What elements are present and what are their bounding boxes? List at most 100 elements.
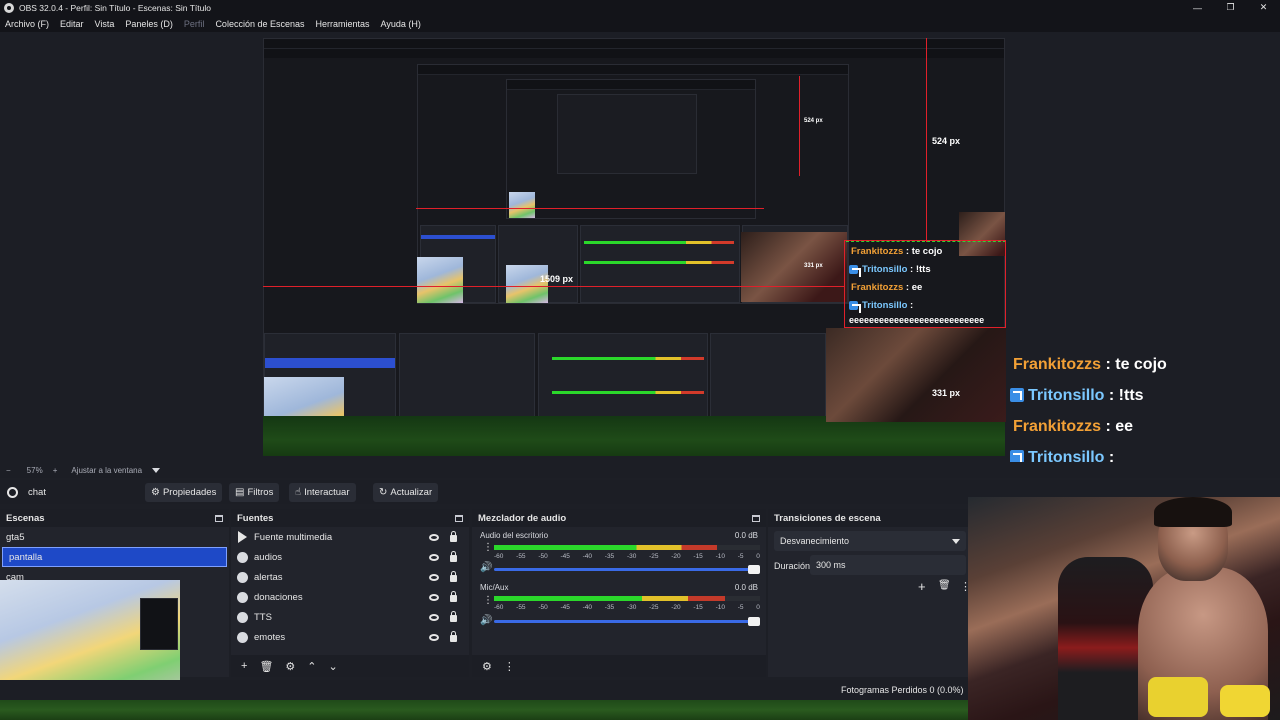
tick: -5 [737, 553, 744, 560]
undock-icon[interactable] [455, 514, 463, 522]
trash-icon[interactable]: 🗑 [938, 580, 951, 591]
transitions-dock: Transiciones de escena Desvanecimiento D… [768, 509, 971, 677]
lock-icon[interactable] [450, 611, 457, 622]
eye-icon[interactable] [429, 633, 439, 641]
menu-archivo[interactable]: Archivo (F) [2, 19, 52, 29]
nested-panel-mixer [538, 333, 708, 417]
refresh-button[interactable]: ↻ Actualizar [373, 483, 439, 502]
nested-title-bar-3 [507, 80, 755, 90]
trash-icon[interactable]: 🗑 [259, 660, 273, 673]
gear-icon[interactable]: ⚙ [482, 660, 492, 673]
nested-game-thumb-2 [506, 265, 548, 303]
menu-vista[interactable]: Vista [92, 19, 118, 29]
speaker-icon[interactable]: 🔊 [480, 562, 492, 573]
tick: 0 [756, 604, 760, 611]
volume-slider[interactable] [494, 617, 760, 626]
zoom-minus[interactable]: − [6, 466, 11, 475]
gear-icon: ⚙ [151, 487, 160, 498]
minimize-button[interactable]: — [1181, 0, 1214, 15]
tick: -60 [494, 604, 504, 611]
scene-item-gta5[interactable]: gta5 [0, 527, 229, 547]
zoom-percent[interactable]: 57% [27, 466, 43, 475]
guide-horizontal-nested [416, 208, 764, 209]
chevron-down-icon[interactable] [152, 467, 161, 473]
lock-icon[interactable] [450, 551, 457, 562]
source-item-donaciones[interactable]: donaciones [231, 587, 469, 607]
transition-select[interactable]: Desvanecimiento [774, 531, 966, 551]
menu-herramientas[interactable]: Herramientas [313, 19, 373, 29]
browser-source-icon [237, 551, 248, 563]
source-label: audios [254, 551, 282, 563]
move-up-icon[interactable]: ⌃ [307, 660, 316, 673]
add-transition-icon[interactable]: + [918, 579, 926, 594]
scene-label: gta5 [6, 531, 25, 543]
nested-panel-transitions [710, 333, 826, 417]
audio-mixer-dock: Mezclador de audio Audio del escritorio … [472, 509, 766, 677]
nested-meter-2b [584, 261, 734, 264]
canvas-chat-line-3: Frankitozzs : ee [851, 282, 922, 293]
undock-icon[interactable] [752, 514, 760, 522]
lock-icon[interactable] [450, 631, 457, 642]
slider-knob[interactable] [748, 565, 760, 574]
tick: -55 [516, 604, 526, 611]
nested-selection [265, 358, 395, 368]
nested-game-thumb-3 [509, 192, 535, 218]
channel-menu-icon[interactable]: ⋮ [483, 595, 493, 606]
move-down-icon[interactable]: ⌄ [329, 660, 338, 673]
menu-ayuda[interactable]: Ayuda (H) [378, 19, 424, 29]
nested-panel-sources [399, 333, 535, 417]
measure-label-right: 331 px [932, 388, 961, 398]
eye-icon[interactable] [429, 533, 439, 541]
more-options-icon[interactable]: ⋮ [504, 660, 515, 673]
add-source-icon[interactable]: + [241, 660, 247, 672]
eye-icon[interactable] [429, 553, 439, 561]
undock-icon[interactable] [215, 514, 223, 522]
menu-editar[interactable]: Editar [57, 19, 87, 29]
overlay-chat-msg: : te cojo [1101, 356, 1167, 373]
nested-meter-2a [584, 241, 734, 244]
lock-icon[interactable] [450, 531, 457, 542]
gear-icon[interactable]: ⚙ [285, 660, 295, 673]
nested-game-thumb-b [417, 257, 463, 303]
speaker-icon[interactable]: 🔊 [480, 615, 492, 626]
tick: -60 [494, 553, 504, 560]
properties-label: Propiedades [162, 487, 217, 498]
source-item-emotes[interactable]: emotes [231, 627, 469, 647]
nested-meter-a [552, 357, 704, 360]
meter-fill [494, 596, 726, 601]
tick: -30 [626, 604, 637, 611]
eye-icon[interactable] [429, 593, 439, 601]
tick: -5 [737, 604, 744, 611]
title-bar: OBS 32.0.4 - Perfil: Sin Título - Escena… [0, 0, 1280, 15]
tick: -25 [649, 604, 659, 611]
interact-button[interactable]: ☝ Interactuar [289, 483, 356, 502]
scene-item-pantalla[interactable]: pantalla [2, 547, 227, 567]
source-item-media[interactable]: Fuente multimedia [231, 527, 469, 547]
source-item-tts[interactable]: TTS [231, 607, 469, 627]
lock-icon[interactable] [450, 571, 457, 582]
eye-icon[interactable] [429, 613, 439, 621]
maximize-button[interactable]: ❐ [1214, 0, 1247, 15]
close-button[interactable]: ✕ [1247, 0, 1280, 15]
source-item-audios[interactable]: audios [231, 547, 469, 567]
eye-icon[interactable] [429, 573, 439, 581]
dropped-frames: Fotogramas Perdidos 0 (0.0%) [841, 685, 964, 695]
properties-button[interactable]: ⚙ Propiedades [145, 483, 223, 502]
menu-perfil[interactable]: Perfil [181, 19, 208, 29]
canvas-chat-user: Tritonsillo [862, 264, 908, 275]
source-item-alertas[interactable]: alertas [231, 567, 469, 587]
zoom-fit-label[interactable]: Ajustar a la ventana [71, 466, 142, 475]
lock-icon[interactable] [450, 591, 457, 602]
guide-vertical-nested [799, 76, 800, 176]
duration-input[interactable]: 300 ms [810, 555, 966, 575]
filters-label: Filtros [247, 487, 274, 498]
sources-dock-title: Fuentes [231, 509, 469, 527]
menu-coleccion-escenas[interactable]: Colección de Escenas [212, 19, 307, 29]
filters-button[interactable]: ▤ Filtros [229, 483, 280, 502]
zoom-plus[interactable]: + [53, 466, 58, 475]
menu-paneles[interactable]: Paneles (D) [122, 19, 176, 29]
volume-slider[interactable] [494, 565, 760, 574]
channel-menu-icon[interactable]: ⋮ [483, 542, 493, 553]
mixer-title: Mezclador de audio [478, 512, 567, 524]
slider-knob[interactable] [748, 617, 760, 626]
